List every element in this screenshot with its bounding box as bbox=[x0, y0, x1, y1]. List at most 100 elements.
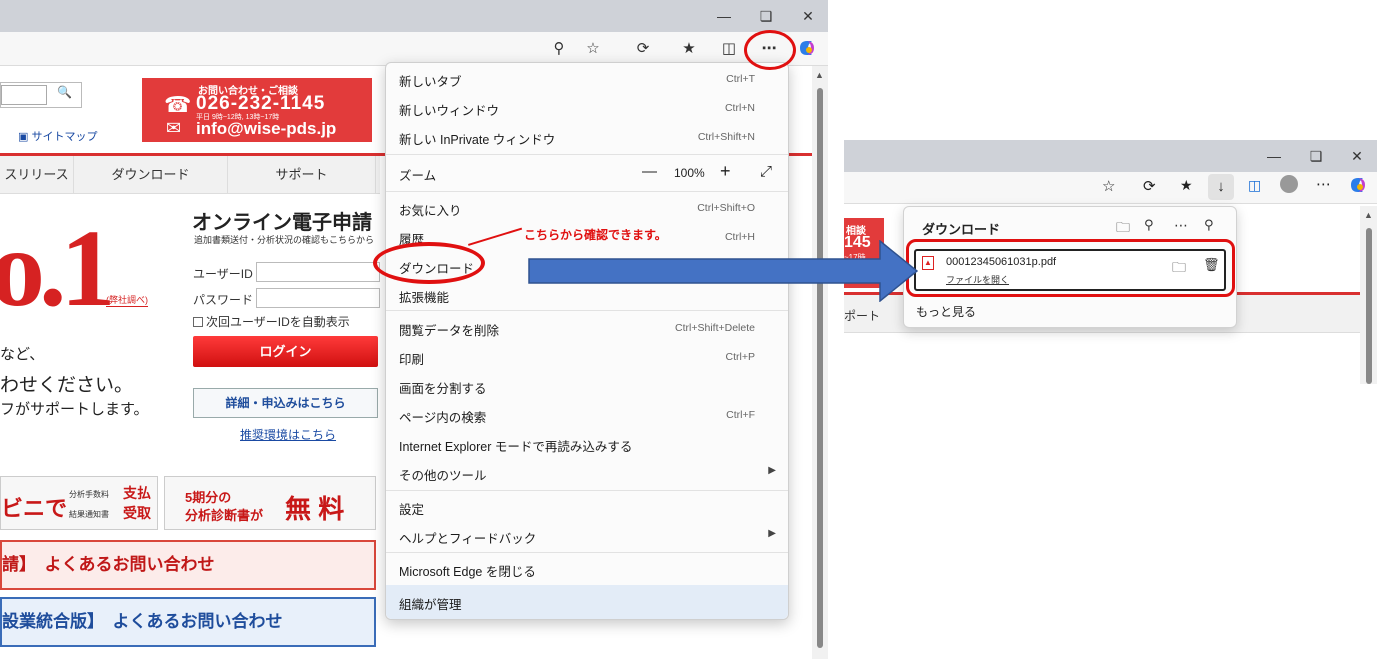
menu-separator bbox=[386, 154, 788, 155]
extensions-icon[interactable]: ⟳ bbox=[1143, 177, 1156, 195]
copilot-icon[interactable] bbox=[1348, 175, 1368, 200]
left-toolbar bbox=[0, 32, 828, 66]
page-scrollbar[interactable]: ▲ bbox=[812, 66, 828, 659]
sitemap-link[interactable]: ▣ サイトマップ bbox=[18, 128, 97, 144]
minimize-icon[interactable]: — bbox=[1264, 146, 1284, 166]
menu-separator bbox=[386, 191, 788, 192]
nav-item-download[interactable]: ダウンロード bbox=[74, 156, 228, 194]
scroll-thumb[interactable] bbox=[817, 88, 823, 648]
scroll-up-icon[interactable]: ▲ bbox=[815, 70, 824, 80]
page-scrollbar[interactable]: ▲ bbox=[1360, 206, 1377, 384]
menu-item-new-window[interactable]: 新しいウィンドウ Ctrl+N bbox=[386, 94, 788, 122]
password-label: パスワード bbox=[193, 293, 254, 307]
scroll-thumb[interactable] bbox=[1366, 228, 1372, 384]
menu-item-settings[interactable]: 設定 bbox=[386, 493, 788, 521]
menu-item-split-screen[interactable]: 画面を分割する bbox=[386, 372, 788, 400]
downloads-title: ダウンロード bbox=[922, 222, 1001, 237]
hero-note: (弊社調べ) bbox=[106, 295, 148, 307]
close-icon[interactable]: ✕ bbox=[798, 6, 818, 26]
faq-button-2[interactable]: 設業統合版】 よくあるお問い合わせ bbox=[0, 597, 376, 647]
zoom-level: 100% bbox=[674, 166, 705, 180]
zoom-in-button[interactable]: + bbox=[720, 161, 731, 182]
menu-item-help[interactable]: ヘルプとフィードバック ▶ bbox=[386, 522, 788, 550]
open-folder-icon[interactable]: 🗀 bbox=[1116, 217, 1130, 241]
chevron-right-icon: ▶ bbox=[768, 528, 776, 539]
menu-separator bbox=[386, 310, 788, 311]
menu-item-more-tools[interactable]: その他のツール ▶ bbox=[386, 459, 788, 487]
userid-label: ユーザーID bbox=[193, 267, 253, 281]
hero-number: o.1 bbox=[0, 207, 115, 329]
mail-icon: ✉ bbox=[166, 118, 182, 138]
phone-icon: ☎ bbox=[164, 92, 192, 117]
menu-item-zoom: ズーム — 100% + ⤢ bbox=[399, 161, 773, 183]
favorite-star-icon[interactable]: ☆ bbox=[582, 38, 604, 60]
restore-icon[interactable]: ❏ bbox=[756, 6, 776, 26]
favorites-list-icon[interactable]: ★ bbox=[678, 38, 700, 60]
free-report-banner[interactable]: 5期分の 分析診断書が 無 料 bbox=[164, 476, 376, 530]
more-icon[interactable]: ⋯ bbox=[1316, 175, 1331, 193]
read-aloud-icon[interactable]: ⚲ bbox=[548, 38, 570, 60]
zoom-out-button[interactable]: — bbox=[642, 163, 657, 180]
right-titlebar: — ❏ ✕ bbox=[844, 140, 1377, 172]
menu-item-favorites[interactable]: お気に入り Ctrl+Shift+O bbox=[386, 194, 788, 222]
menu-separator bbox=[386, 552, 788, 553]
menu-separator bbox=[386, 490, 788, 491]
nav-item-support[interactable]: ポート bbox=[844, 307, 880, 324]
contact-email: info@wise-pds.jp bbox=[196, 119, 337, 138]
left-titlebar: — ❏ ✕ bbox=[0, 0, 828, 32]
contact-banner[interactable]: ☎ ✉ お問い合わせ・ご相談 026-232-1145 平日 9時~12時, 1… bbox=[142, 78, 372, 142]
right-toolbar: ☆ ⟳ ★ ↓ ◫ ⋯ bbox=[844, 172, 1377, 204]
menu-item-ie-mode[interactable]: Internet Explorer モードで再読み込みする bbox=[386, 430, 788, 458]
download-icon[interactable]: ↓ bbox=[1208, 174, 1234, 200]
site-search: 🔍 bbox=[0, 82, 82, 108]
fullscreen-icon[interactable]: ⤢ bbox=[760, 163, 772, 180]
menu-item-print[interactable]: 印刷 Ctrl+P bbox=[386, 343, 788, 371]
favorites-list-icon[interactable]: ★ bbox=[1180, 177, 1193, 194]
recommended-env-link[interactable]: 推奨環境はこちら bbox=[240, 426, 336, 443]
faq-button-1[interactable]: 請】 よくあるお問い合わせ bbox=[0, 540, 376, 590]
copilot-icon[interactable] bbox=[796, 38, 818, 60]
search-icon[interactable]: 🔍 bbox=[57, 85, 72, 99]
collections-icon[interactable]: ◫ bbox=[718, 38, 740, 60]
highlight-download-ring bbox=[373, 242, 485, 284]
login-button[interactable]: ログイン bbox=[193, 336, 378, 367]
intro-text-2: わせください。 bbox=[0, 375, 134, 396]
minimize-icon[interactable]: — bbox=[714, 6, 734, 26]
intro-text-3: フがサポートします。 bbox=[0, 401, 149, 418]
extensions-icon[interactable]: ⟳ bbox=[632, 38, 654, 60]
settings-menu: 新しいタブ Ctrl+T 新しいウィンドウ Ctrl+N 新しい InPrivate… bbox=[385, 62, 789, 620]
nav-item-release[interactable]: スリリース bbox=[0, 156, 74, 194]
userid-input[interactable] bbox=[256, 262, 380, 282]
more-options-icon[interactable]: ⋯ bbox=[1174, 217, 1188, 234]
online-application-subtitle: 追加書類送付・分析状況の確認もこちらから bbox=[194, 235, 375, 245]
intro-text-1: など、 bbox=[0, 346, 45, 363]
site-search-input[interactable] bbox=[1, 85, 47, 105]
see-more-link[interactable]: もっと見る bbox=[916, 303, 976, 320]
menu-item-new-tab[interactable]: 新しいタブ Ctrl+T bbox=[386, 65, 788, 93]
restore-icon[interactable]: ❏ bbox=[1306, 146, 1326, 166]
menu-item-clear-data[interactable]: 閲覧データを削除 Ctrl+Shift+Delete bbox=[386, 314, 788, 342]
menu-item-new-inprivate[interactable]: 新しい InPrivate ウィンドウ Ctrl+Shift+N bbox=[386, 123, 788, 151]
detail-button[interactable]: 詳細・申込みはこちら bbox=[193, 388, 378, 418]
remember-userid[interactable]: 次回ユーザーIDを自動表示 bbox=[193, 313, 350, 330]
menu-item-find[interactable]: ページ内の検索 Ctrl+F bbox=[386, 401, 788, 429]
password-input[interactable] bbox=[256, 288, 380, 308]
search-icon[interactable]: ⚲ bbox=[1144, 217, 1154, 233]
scroll-up-icon[interactable]: ▲ bbox=[1364, 210, 1373, 220]
sitemap-icon: ▣ bbox=[18, 131, 29, 143]
nav-item-support[interactable]: サポート bbox=[228, 156, 376, 194]
menu-item-managed[interactable]: 組織が管理 bbox=[386, 585, 788, 619]
highlight-more-ring bbox=[744, 30, 796, 70]
avatar[interactable] bbox=[1280, 175, 1298, 193]
close-icon[interactable]: ✕ bbox=[1347, 146, 1367, 166]
chevron-right-icon: ▶ bbox=[768, 465, 776, 476]
collections-icon[interactable]: ◫ bbox=[1248, 177, 1261, 194]
highlight-download-item-ring bbox=[906, 239, 1235, 297]
online-application-title: オンライン電子申請 bbox=[192, 212, 372, 234]
convenience-banner[interactable]: ビニで 分析手数料 結果通知書 支払 受取 bbox=[0, 476, 158, 530]
pin-icon[interactable]: ⚲ bbox=[1204, 217, 1214, 233]
menu-item-close-edge[interactable]: Microsoft Edge を閉じる bbox=[386, 555, 788, 583]
favorite-star-icon[interactable]: ☆ bbox=[1102, 177, 1115, 195]
remember-checkbox[interactable] bbox=[193, 317, 203, 327]
site-nav: スリリース ダウンロード サポート bbox=[0, 156, 380, 194]
